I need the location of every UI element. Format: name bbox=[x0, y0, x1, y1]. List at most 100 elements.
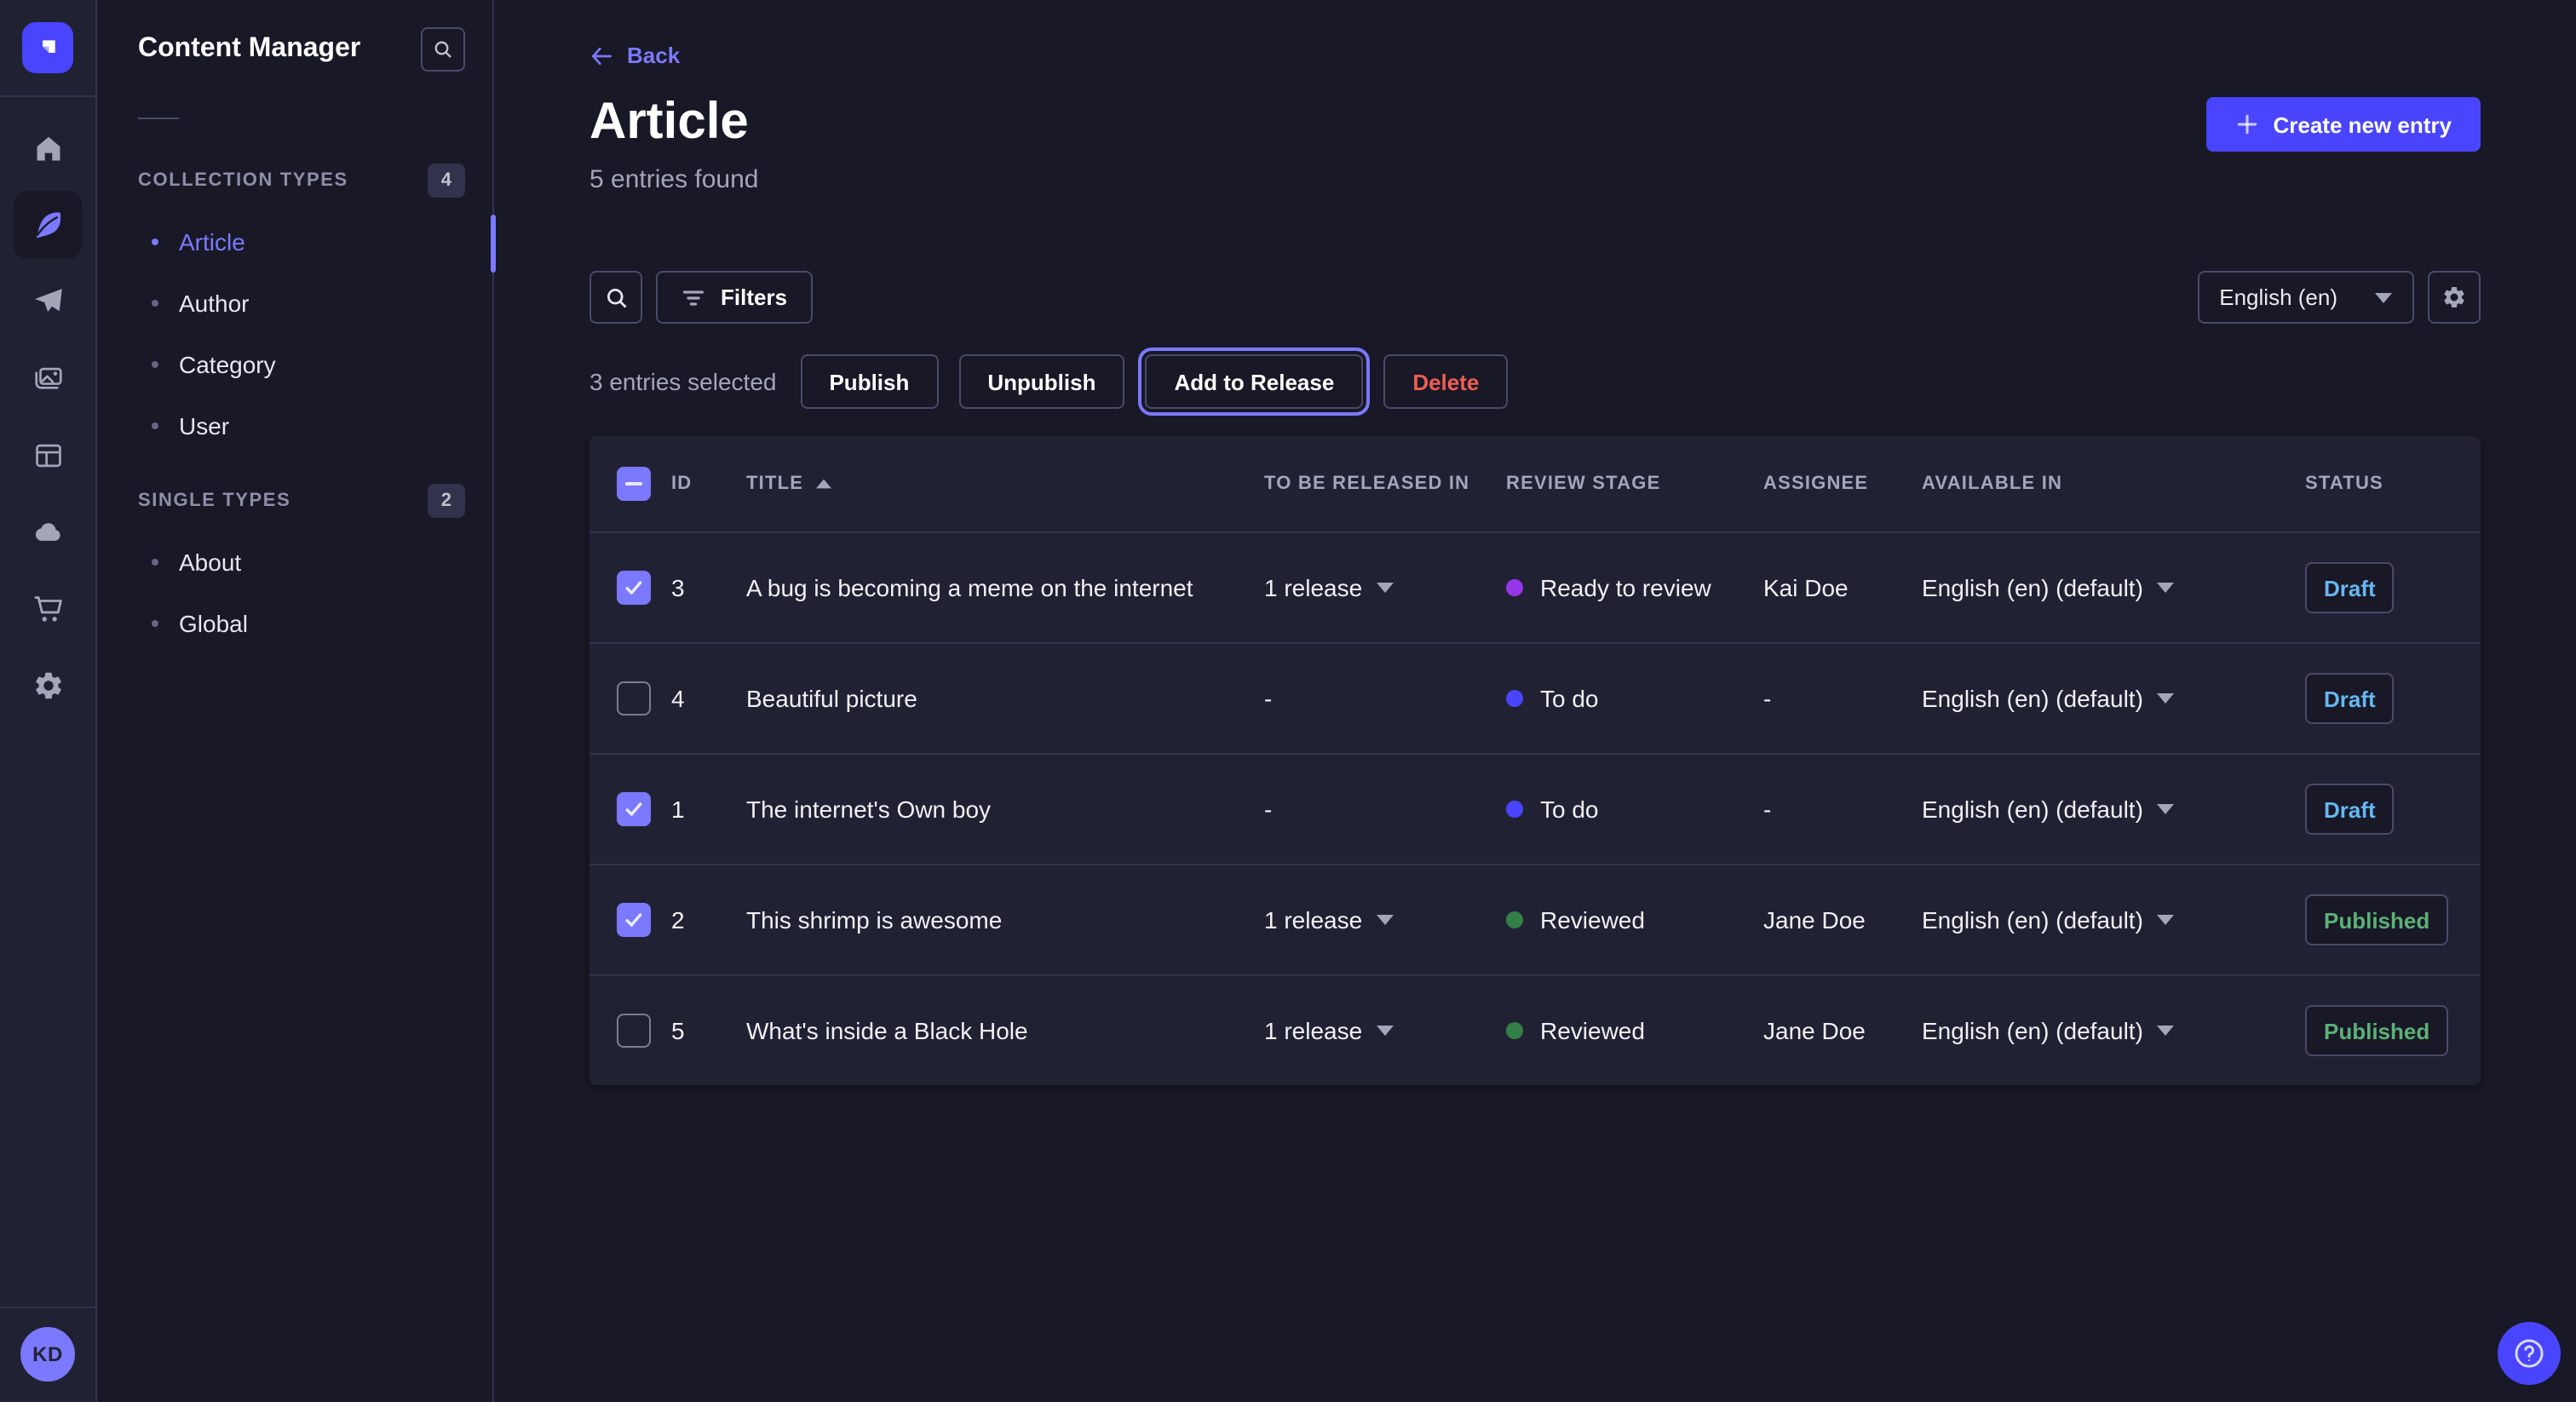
nav-media-library[interactable] bbox=[14, 344, 82, 412]
select-all-checkbox[interactable] bbox=[617, 467, 651, 501]
subnav-item-user[interactable]: User bbox=[97, 395, 492, 457]
table-row[interactable]: 2This shrimp is awesome1 releaseReviewed… bbox=[589, 864, 2481, 974]
cell-review-stage: Reviewed bbox=[1506, 1017, 1763, 1044]
stage-dot bbox=[1506, 1022, 1523, 1039]
nav-rail-items bbox=[14, 97, 82, 719]
status-badge: Draft bbox=[2305, 562, 2395, 613]
row-checkbox[interactable] bbox=[617, 571, 651, 605]
subnav-search-button[interactable] bbox=[421, 27, 465, 72]
stage-dot bbox=[1506, 690, 1523, 707]
marketplace-icon bbox=[32, 592, 64, 624]
nav-home[interactable] bbox=[14, 114, 82, 182]
section-items: AboutGlobal bbox=[97, 531, 492, 654]
app-root: KD Content Manager COLLECTION TYPES4Arti… bbox=[0, 0, 2576, 1402]
table-row[interactable]: 1The internet's Own boy-To do-English (e… bbox=[589, 753, 2481, 864]
subnav-divider bbox=[138, 118, 179, 119]
cell-available-in[interactable]: English (en) (default) bbox=[1922, 906, 2305, 934]
subnav-item-label: Category bbox=[179, 351, 276, 378]
chevron-down-icon bbox=[2157, 583, 2174, 593]
cell-available-in[interactable]: English (en) (default) bbox=[1922, 1017, 2305, 1044]
search-icon bbox=[604, 285, 628, 309]
subnav-item-label: Author bbox=[179, 290, 250, 317]
help-button[interactable] bbox=[2498, 1322, 2561, 1385]
cell-status: Draft bbox=[2305, 673, 2453, 724]
delete-button[interactable]: Delete bbox=[1383, 354, 1508, 409]
row-checkbox[interactable] bbox=[617, 903, 651, 937]
stage-dot bbox=[1506, 579, 1523, 596]
table-body: 3A bug is becoming a meme on the interne… bbox=[589, 531, 2481, 1085]
table-row[interactable]: 4Beautiful picture-To do-English (en) (d… bbox=[589, 642, 2481, 753]
nav-rail: KD bbox=[0, 0, 97, 1402]
nav-rail-footer: KD bbox=[0, 1307, 95, 1402]
locale-label: English (en) (default) bbox=[1922, 906, 2143, 934]
cell-title: This shrimp is awesome bbox=[746, 906, 1264, 934]
search-button[interactable] bbox=[589, 271, 642, 324]
cell-review-stage: Ready to review bbox=[1506, 574, 1763, 601]
table-row[interactable]: 3A bug is becoming a meme on the interne… bbox=[589, 531, 2481, 642]
filter-icon bbox=[681, 285, 705, 309]
cell-release[interactable]: 1 release bbox=[1264, 906, 1506, 934]
column-header-id[interactable]: ID bbox=[671, 474, 746, 494]
subnav-header: Content Manager bbox=[97, 0, 492, 72]
subnav-item-label: Article bbox=[179, 228, 245, 256]
subnav-item-article[interactable]: Article bbox=[97, 211, 492, 273]
column-header-review-stage: REVIEW STAGE bbox=[1506, 474, 1763, 494]
row-checkbox[interactable] bbox=[617, 1014, 651, 1048]
cell-review-stage: To do bbox=[1506, 796, 1763, 823]
view-settings-button[interactable] bbox=[2428, 271, 2481, 324]
nav-settings[interactable] bbox=[14, 651, 82, 719]
locale-select[interactable]: English (en) bbox=[2197, 271, 2414, 324]
bullet-icon bbox=[152, 422, 158, 429]
filters-button[interactable]: Filters bbox=[656, 271, 813, 324]
row-checkbox[interactable] bbox=[617, 792, 651, 826]
strapi-logo[interactable] bbox=[22, 22, 73, 73]
cell-available-in[interactable]: English (en) (default) bbox=[1922, 574, 2305, 601]
table-row[interactable]: 5What's inside a Black Hole1 releaseRevi… bbox=[589, 974, 2481, 1085]
stage-dot bbox=[1506, 801, 1523, 818]
nav-releases[interactable] bbox=[14, 267, 82, 336]
media-library-icon bbox=[32, 362, 64, 394]
stage-label: To do bbox=[1540, 796, 1599, 823]
back-link[interactable]: Back bbox=[589, 0, 680, 68]
column-header-title[interactable]: TITLE bbox=[746, 474, 1264, 494]
cell-release: - bbox=[1264, 685, 1506, 712]
cell-id: 1 bbox=[671, 796, 746, 823]
cell-release[interactable]: 1 release bbox=[1264, 574, 1506, 601]
subnav-section: SINGLE TYPES2AboutGlobal bbox=[97, 484, 492, 654]
add-to-release-button[interactable]: Add to Release bbox=[1145, 354, 1363, 409]
nav-content-type-builder[interactable] bbox=[14, 421, 82, 489]
chevron-down-icon bbox=[2375, 292, 2392, 302]
subnav-item-global[interactable]: Global bbox=[97, 593, 492, 654]
cell-available-in[interactable]: English (en) (default) bbox=[1922, 685, 2305, 712]
publish-button[interactable]: Publish bbox=[800, 354, 938, 409]
status-badge: Published bbox=[2305, 1005, 2448, 1056]
row-checkbox-cell bbox=[617, 571, 671, 605]
subnav-item-label: User bbox=[179, 412, 229, 440]
chevron-down-icon bbox=[2157, 915, 2174, 925]
cell-assignee: - bbox=[1763, 796, 1922, 823]
gear-icon bbox=[2441, 284, 2467, 310]
create-new-entry-button[interactable]: Create new entry bbox=[2206, 97, 2481, 152]
cell-available-in[interactable]: English (en) (default) bbox=[1922, 796, 2305, 823]
subnav-section: COLLECTION TYPES4ArticleAuthorCategoryUs… bbox=[97, 164, 492, 457]
locale-label: English (en) (default) bbox=[1922, 1017, 2143, 1044]
chevron-down-icon bbox=[1376, 583, 1393, 593]
bullet-icon bbox=[152, 300, 158, 307]
cell-release[interactable]: 1 release bbox=[1264, 1017, 1506, 1044]
locale-label: English (en) (default) bbox=[1922, 796, 2143, 823]
status-badge: Draft bbox=[2305, 673, 2395, 724]
entries-count-subtitle: 5 entries found bbox=[589, 165, 2481, 194]
nav-marketplace[interactable] bbox=[14, 574, 82, 642]
subnav: Content Manager COLLECTION TYPES4Article… bbox=[97, 0, 494, 1402]
row-checkbox[interactable] bbox=[617, 681, 651, 715]
avatar[interactable]: KD bbox=[20, 1327, 75, 1382]
subnav-item-author[interactable]: Author bbox=[97, 273, 492, 334]
cell-title: What's inside a Black Hole bbox=[746, 1017, 1264, 1044]
subnav-item-about[interactable]: About bbox=[97, 531, 492, 593]
arrow-left-icon bbox=[589, 43, 613, 67]
unpublish-button[interactable]: Unpublish bbox=[958, 354, 1124, 409]
subnav-item-category[interactable]: Category bbox=[97, 334, 492, 395]
nav-content-manager[interactable] bbox=[14, 191, 82, 259]
nav-cloud[interactable] bbox=[14, 497, 82, 566]
subnav-title: Content Manager bbox=[138, 34, 360, 65]
